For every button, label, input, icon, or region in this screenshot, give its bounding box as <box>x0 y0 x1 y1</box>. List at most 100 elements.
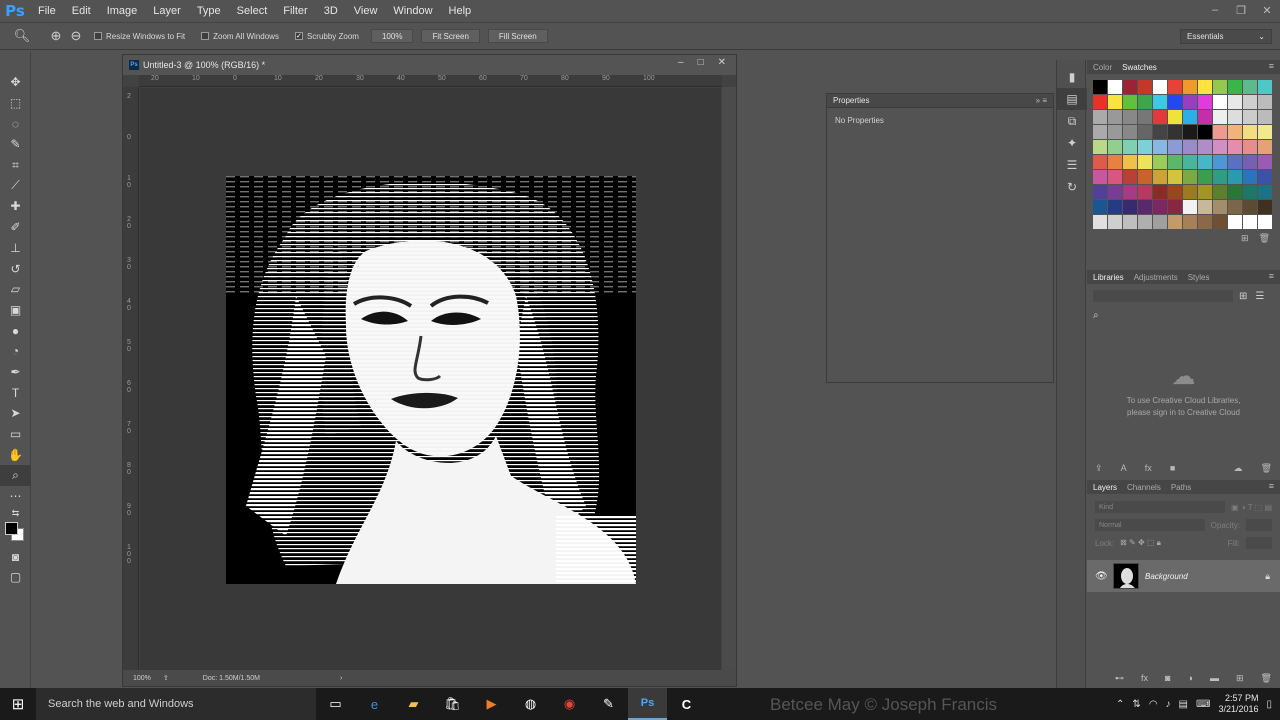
color-swatch[interactable] <box>1153 140 1167 154</box>
color-swatch[interactable] <box>1153 125 1167 139</box>
lasso-tool-icon[interactable]: ◌ <box>0 113 31 134</box>
color-swatch[interactable] <box>1213 200 1227 214</box>
color-swatch[interactable] <box>1198 185 1212 199</box>
keyboard-icon[interactable]: ⌨ <box>1196 699 1210 710</box>
properties-title-bar[interactable]: Properties » ≡ <box>827 94 1053 108</box>
color-swatch[interactable] <box>1108 215 1122 229</box>
color-swatch[interactable] <box>1228 200 1242 214</box>
color-swatch[interactable] <box>1093 215 1107 229</box>
resize-windows-checkbox[interactable]: Resize Windows to Fit <box>94 32 185 41</box>
notifications-icon[interactable]: ▯ <box>1266 699 1272 710</box>
camtasia-icon[interactable]: C <box>667 688 706 720</box>
menu-image[interactable]: Image <box>99 0 146 22</box>
color-swatch[interactable] <box>1198 170 1212 184</box>
status-menu-icon[interactable]: › <box>340 675 342 682</box>
tab-styles[interactable]: Styles <box>1188 273 1210 282</box>
color-swatch[interactable] <box>1168 125 1182 139</box>
zoom-in-icon[interactable]: ⊕ <box>46 26 66 46</box>
store-icon[interactable]: 🛍︎ <box>433 688 472 720</box>
add-mask-icon[interactable]: ◙ <box>1165 673 1170 684</box>
foreground-color-swatch[interactable] <box>5 522 18 536</box>
shape-tool-icon[interactable]: ▭ <box>0 424 31 445</box>
collapse-panel-icon[interactable]: » ≡ <box>1036 96 1047 105</box>
color-swatch[interactable] <box>1138 140 1152 154</box>
opacity-field[interactable] <box>1246 519 1272 531</box>
color-swatch[interactable] <box>1258 140 1272 154</box>
color-swatch[interactable] <box>1108 95 1122 109</box>
color-swatch[interactable] <box>1183 95 1197 109</box>
tab-adjustments[interactable]: Adjustments <box>1134 273 1178 282</box>
color-swatch[interactable] <box>1243 215 1257 229</box>
color-swatch[interactable] <box>1258 95 1272 109</box>
color-swatch[interactable] <box>1198 215 1212 229</box>
eyedropper-tool-icon[interactable]: ⟋ <box>0 175 31 196</box>
color-chip-icon[interactable]: ■ <box>1170 463 1175 474</box>
color-swatch[interactable] <box>1228 95 1242 109</box>
library-dropdown[interactable] <box>1093 290 1233 302</box>
color-swatch[interactable] <box>1168 170 1182 184</box>
color-swatch[interactable] <box>1093 125 1107 139</box>
lock-icons[interactable]: ⊠ ✎ ✥ ⬚ 🔒︎ <box>1120 538 1161 548</box>
healing-brush-tool-icon[interactable]: ✚ <box>0 196 31 217</box>
fill-field[interactable] <box>1246 537 1272 549</box>
color-swatch[interactable] <box>1093 80 1107 94</box>
crop-tool-icon[interactable]: ⌗ <box>0 155 31 176</box>
screen-mode-icon[interactable]: ▢ <box>0 567 31 588</box>
color-swatch[interactable] <box>1183 110 1197 124</box>
zoom-all-checkbox[interactable]: Zoom All Windows <box>201 32 279 41</box>
link-layers-icon[interactable]: ⊷ <box>1115 673 1124 684</box>
color-swatch[interactable] <box>1153 95 1167 109</box>
more-tools-icon[interactable]: ⋯ <box>0 486 31 507</box>
color-swatch[interactable] <box>1183 200 1197 214</box>
menu-select[interactable]: Select <box>229 0 276 22</box>
restore-button[interactable]: ❐ <box>1228 0 1254 20</box>
color-swatch[interactable] <box>1123 95 1137 109</box>
color-swatch[interactable] <box>1183 140 1197 154</box>
chrome-browser-icon[interactable]: ◉ <box>550 688 589 720</box>
color-swatch[interactable] <box>1108 110 1122 124</box>
action-center-icon[interactable]: ▤ <box>1179 699 1188 710</box>
brush-tool-icon[interactable]: ✐ <box>0 217 31 238</box>
path-select-tool-icon[interactable]: ➤ <box>0 403 31 424</box>
menu-edit[interactable]: Edit <box>64 0 99 22</box>
color-swatch[interactable] <box>1198 110 1212 124</box>
visibility-eye-icon[interactable]: 👁︎ <box>1095 571 1108 582</box>
color-swatch[interactable] <box>1213 170 1227 184</box>
tab-paths[interactable]: Paths <box>1171 483 1191 492</box>
color-swatch[interactable] <box>1183 155 1197 169</box>
minimize-button[interactable]: – <box>1202 0 1228 20</box>
color-swatch[interactable] <box>1168 95 1182 109</box>
color-swatch[interactable] <box>1243 125 1257 139</box>
marquee-tool-icon[interactable]: ⬚ <box>0 93 31 114</box>
color-swatch[interactable] <box>1153 80 1167 94</box>
color-swatch[interactable] <box>1243 95 1257 109</box>
share-icon[interactable]: ⇪ <box>163 674 169 682</box>
color-swatch[interactable] <box>1153 185 1167 199</box>
color-swatch[interactable] <box>1138 110 1152 124</box>
color-swatch[interactable] <box>1258 215 1272 229</box>
color-swatch[interactable] <box>1093 170 1107 184</box>
cloud-sync-icon[interactable]: ☁ <box>1233 463 1242 474</box>
color-swatch[interactable] <box>1258 155 1272 169</box>
properties-icon[interactable]: ▤ <box>1057 88 1087 110</box>
color-swatch[interactable] <box>1168 140 1182 154</box>
color-swatch[interactable] <box>1198 140 1212 154</box>
text-style-icon[interactable]: fx <box>1145 463 1152 474</box>
menu-help[interactable]: Help <box>441 0 480 22</box>
color-swatch[interactable] <box>1123 125 1137 139</box>
media-player-icon[interactable]: ▶ <box>472 688 511 720</box>
color-swatch[interactable] <box>1093 140 1107 154</box>
color-swatch[interactable] <box>1258 200 1272 214</box>
color-swatch[interactable] <box>1243 200 1257 214</box>
taskbar-search[interactable]: Search the web and Windows <box>36 688 316 720</box>
menu-filter[interactable]: Filter <box>275 0 315 22</box>
panel-menu-icon[interactable]: ≡ <box>1269 481 1274 491</box>
menu-layer[interactable]: Layer <box>145 0 189 22</box>
layer-row-background[interactable]: 👁︎ Background 🔒︎ <box>1087 560 1280 592</box>
gradient-tool-icon[interactable]: ▣ <box>0 300 31 321</box>
file-explorer-icon[interactable]: ▰ <box>394 688 433 720</box>
horizontal-ruler[interactable]: 20 10 0 10 20 30 40 50 60 70 80 90 100 <box>139 75 722 87</box>
color-swatch[interactable] <box>1108 125 1122 139</box>
color-swatch[interactable] <box>1213 155 1227 169</box>
color-swatch[interactable] <box>1168 80 1182 94</box>
